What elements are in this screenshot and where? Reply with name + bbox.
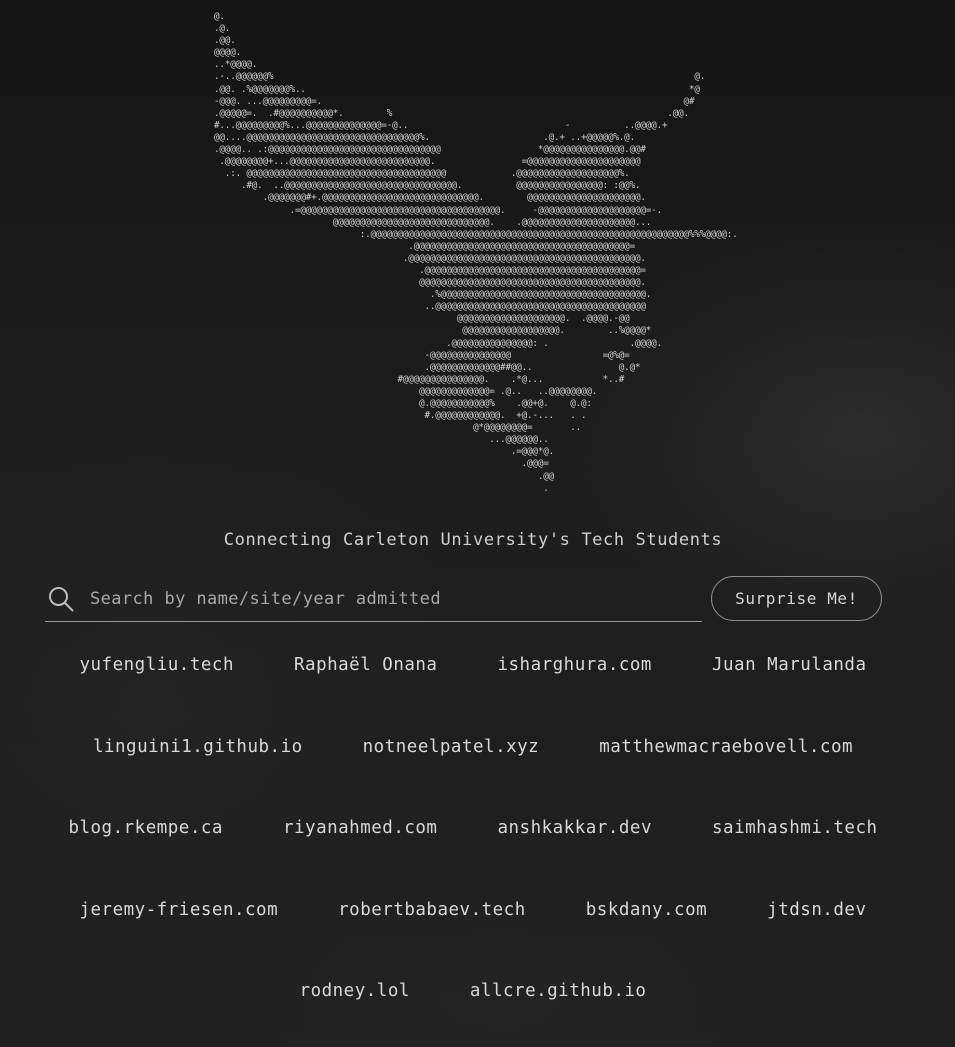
surprise-me-button[interactable]: Surprise Me!	[711, 576, 882, 621]
ascii-art-raven-logo: @. .@. .@@. @@@@. ..*@@@@. .-..@@@@@@% @…	[214, 11, 738, 494]
site-link[interactable]: saimhashmi.tech	[712, 818, 878, 838]
site-link[interactable]: isharghura.com	[497, 655, 652, 675]
link-row-1: yufengliu.tech Raphaël Onana isharghura.…	[0, 655, 946, 675]
link-row-3: blog.rkempe.ca riyanahmed.com anshkakkar…	[0, 818, 946, 838]
link-row-5: rodney.lol allcre.github.io	[0, 981, 946, 1001]
site-link[interactable]: allcre.github.io	[470, 981, 647, 1001]
webring-page: @. .@. .@@. @@@@. ..*@@@@. .-..@@@@@@% @…	[0, 0, 955, 1047]
search-input[interactable]	[88, 577, 702, 620]
site-link[interactable]: bskdany.com	[586, 900, 707, 920]
site-link[interactable]: notneelpatel.xyz	[363, 737, 540, 757]
search-icon	[47, 585, 75, 613]
link-row-4: jeremy-friesen.com robertbabaev.tech bsk…	[0, 900, 946, 920]
site-link[interactable]: matthewmacraebovell.com	[599, 737, 853, 757]
site-link[interactable]: jeremy-friesen.com	[79, 900, 278, 920]
site-link[interactable]: Raphaël Onana	[294, 655, 437, 675]
search-bar	[45, 576, 702, 622]
tagline: Connecting Carleton University's Tech St…	[223, 530, 723, 550]
link-row-2: linguini1.github.io notneelpatel.xyz mat…	[0, 737, 946, 757]
site-link[interactable]: yufengliu.tech	[79, 655, 234, 675]
site-link[interactable]: jtdsn.dev	[767, 900, 866, 920]
site-link[interactable]: blog.rkempe.ca	[68, 818, 223, 838]
site-link[interactable]: rodney.lol	[300, 981, 410, 1001]
site-link[interactable]: riyanahmed.com	[283, 818, 438, 838]
site-link[interactable]: linguini1.github.io	[93, 737, 303, 757]
site-link[interactable]: anshkakkar.dev	[497, 818, 652, 838]
site-link[interactable]: robertbabaev.tech	[338, 900, 526, 920]
site-link[interactable]: Juan Marulanda	[712, 655, 867, 675]
